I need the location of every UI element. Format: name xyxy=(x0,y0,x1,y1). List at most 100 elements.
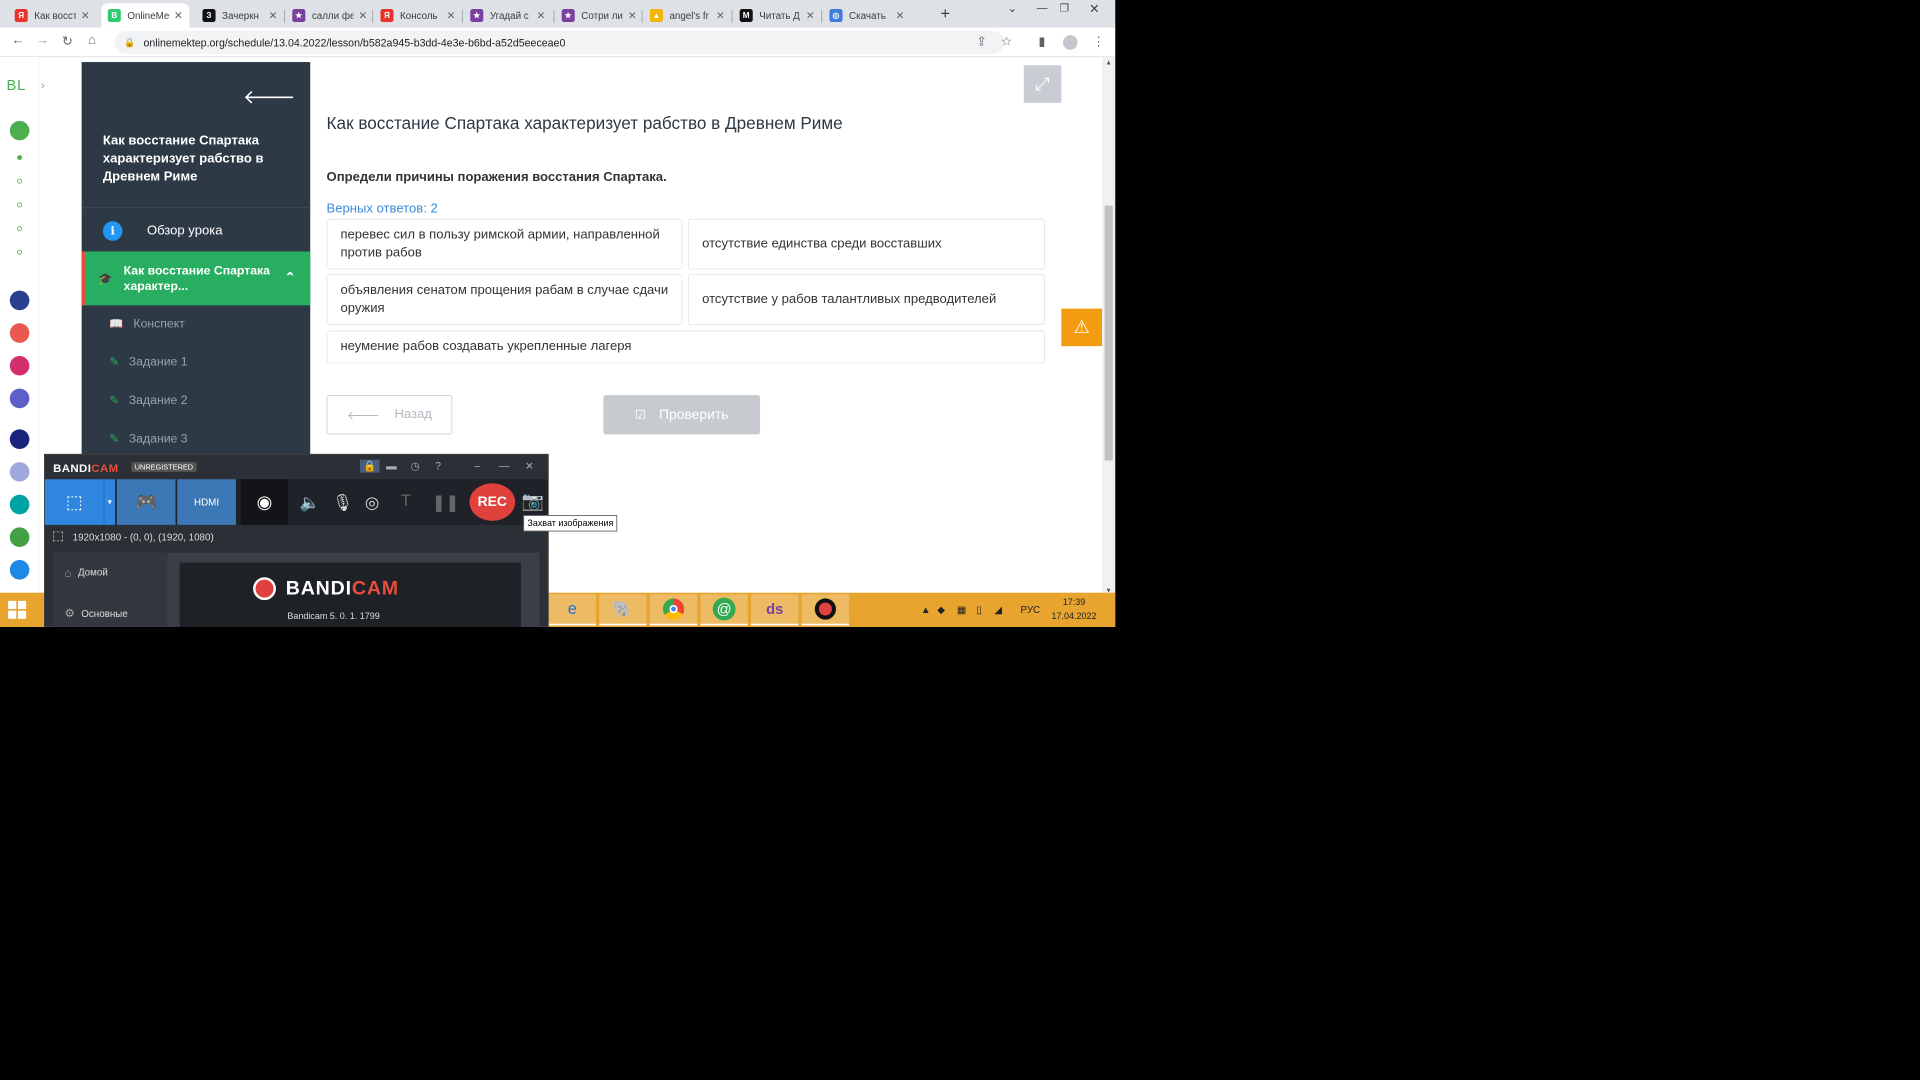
folder-icon[interactable]: ▬ xyxy=(386,460,397,472)
pause-icon[interactable]: ❚❚ xyxy=(432,492,459,512)
tray-expand-icon[interactable]: ▲ xyxy=(921,604,931,615)
report-issue-button[interactable]: ⚠ xyxy=(1061,308,1103,347)
minimize-icon[interactable]: — xyxy=(499,460,510,472)
taskbar-chrome-icon[interactable] xyxy=(649,594,698,626)
screen-mode-button[interactable]: ⬚ xyxy=(44,479,104,525)
check-button[interactable]: ☑ Проверить xyxy=(603,395,761,435)
address-bar[interactable]: 🔒 onlinemektep.org/schedule/13.04.2022/l… xyxy=(114,31,1005,54)
rail-app-icon[interactable] xyxy=(9,120,30,141)
close-window-button[interactable]: ✕ xyxy=(1089,2,1099,16)
browser-tab[interactable]: ★ салли фе ✕ xyxy=(286,3,374,27)
answer-option[interactable]: неумение рабов создавать укрепленные лаг… xyxy=(326,330,1045,364)
fullscreen-button[interactable]: ⤢ xyxy=(1023,65,1062,103)
record-button[interactable]: REC xyxy=(469,483,516,521)
taskbar-ie-icon[interactable]: e xyxy=(548,594,596,626)
scroll-up-icon[interactable]: ▲ xyxy=(1105,59,1111,66)
taskbar-bandicam-icon[interactable] xyxy=(801,594,850,626)
screenshot-camera-icon[interactable]: 📷 xyxy=(522,491,544,512)
bookmark-star-icon[interactable]: ☆ xyxy=(1001,34,1012,49)
taskbar-ds-icon[interactable]: ds xyxy=(751,594,799,626)
back-arrow-icon[interactable]: ← xyxy=(11,33,24,48)
restore-button[interactable]: ❐ xyxy=(1060,2,1070,15)
tray-language[interactable]: РУС xyxy=(1021,604,1041,615)
answer-option[interactable]: отсутствие у рабов талантливых предводит… xyxy=(688,274,1045,325)
mode-dropdown[interactable]: ▾ xyxy=(103,479,116,525)
close-tab-icon[interactable]: ✕ xyxy=(806,9,815,22)
close-tab-icon[interactable]: ✕ xyxy=(269,9,278,22)
reload-icon[interactable]: ↻ xyxy=(62,33,73,49)
clock-icon[interactable]: ◷ xyxy=(411,460,420,473)
close-tab-icon[interactable]: ✕ xyxy=(536,9,545,22)
back-button[interactable]: 🡐 Назад xyxy=(326,395,453,435)
windows-start-button[interactable] xyxy=(8,600,27,619)
sidebar-item-task-2[interactable]: ✎ Задание 2 xyxy=(109,394,187,408)
minimize-icon[interactable]: – xyxy=(474,460,480,472)
hdmi-mode-button[interactable]: HDMI xyxy=(177,479,236,525)
taskbar-mail-icon[interactable]: @ xyxy=(700,594,748,626)
home-icon[interactable]: ⌂ xyxy=(88,33,96,48)
browser-tab[interactable]: Я Как восстание ✕ xyxy=(8,3,96,27)
browser-tab[interactable]: Я Консоль ✕ xyxy=(374,3,462,27)
tab-search-icon[interactable]: ⌄ xyxy=(1007,2,1017,16)
text-icon[interactable]: T xyxy=(401,492,411,511)
current-section-item[interactable]: 🎓 Как восстание Спартака характер... ⌃ xyxy=(81,251,311,306)
microphone-icon[interactable]: 🎙 xyxy=(332,492,353,512)
lesson-overview-item[interactable]: i Обзор урока xyxy=(81,207,311,253)
rail-app-icon[interactable] xyxy=(9,290,30,311)
share-icon[interactable]: ⇪ xyxy=(976,34,986,49)
sidebar-item-task-1[interactable]: ✎ Задание 1 xyxy=(109,355,187,369)
rail-app-icon[interactable] xyxy=(9,527,30,547)
webcam-button[interactable]: ◉ xyxy=(240,479,289,525)
browser-tab[interactable]: M Читать Д ✕ xyxy=(733,3,821,27)
collapse-sidebar-arrow-icon[interactable]: 🡐 xyxy=(243,85,296,109)
game-mode-button[interactable]: 🎮 xyxy=(116,479,176,525)
minimize-button[interactable]: — xyxy=(1037,2,1048,14)
taskbar-evernote-icon[interactable]: 🐘 xyxy=(599,594,647,626)
rail-app-icon[interactable] xyxy=(9,560,30,580)
browser-tab[interactable]: ★ Угадай с ✕ xyxy=(464,3,552,27)
speaker-icon[interactable]: 🔈 xyxy=(300,492,320,512)
scrollbar-thumb[interactable] xyxy=(1104,205,1113,461)
chevron-up-icon[interactable]: ⌃ xyxy=(285,269,296,285)
menu-kebab-icon[interactable]: ⋮ xyxy=(1092,34,1104,49)
profile-avatar[interactable] xyxy=(1062,35,1078,50)
close-icon[interactable]: ✕ xyxy=(525,460,534,473)
menu-basic[interactable]: ⚙ Основные xyxy=(64,607,127,621)
rail-app-icon[interactable] xyxy=(9,429,30,450)
answer-option[interactable]: отсутствие единства среди восставших xyxy=(688,218,1045,270)
bandicam-titlebar[interactable]: BANDICAM UNREGISTERED 🔒 ▬ ◷ ? – — ✕ xyxy=(44,454,548,480)
answer-option[interactable]: объявления сенатом прощения рабам в случ… xyxy=(326,274,683,325)
close-tab-icon[interactable]: ✕ xyxy=(81,9,90,22)
browser-tab[interactable]: З Зачеркн ✕ xyxy=(196,3,284,27)
tray-clock[interactable]: 17:39 17.04.2022 xyxy=(1052,596,1097,624)
close-tab-icon[interactable]: ✕ xyxy=(628,9,637,22)
rail-brand[interactable]: BL xyxy=(7,77,27,94)
sidebar-item-konspekt[interactable]: 📖 Конспект xyxy=(109,317,184,331)
side-panel-icon[interactable]: ▮ xyxy=(1038,34,1045,49)
rail-app-icon[interactable] xyxy=(9,494,30,515)
tray-battery-icon[interactable]: ▯ xyxy=(976,604,981,615)
forward-arrow-icon[interactable]: → xyxy=(36,33,49,48)
rail-app-icon[interactable] xyxy=(9,355,30,376)
close-tab-icon[interactable]: ✕ xyxy=(716,9,725,22)
rail-app-icon[interactable] xyxy=(9,323,30,343)
rail-app-icon[interactable] xyxy=(9,462,30,482)
browser-tab[interactable]: ◎ Скачать ✕ xyxy=(823,3,911,27)
lock-icon[interactable]: 🔒 xyxy=(360,459,380,473)
browser-tab[interactable]: B OnlineMektep ✕ xyxy=(101,3,190,28)
new-tab-button[interactable]: + xyxy=(940,5,950,24)
tray-volume-icon[interactable]: ◢ xyxy=(994,604,1002,615)
browser-tab[interactable]: ▲ angel's fr ✕ xyxy=(643,3,731,27)
rail-app-icon[interactable] xyxy=(9,388,30,409)
help-icon[interactable]: ? xyxy=(435,460,441,472)
close-tab-icon[interactable]: ✕ xyxy=(447,9,456,22)
cursor-effect-icon[interactable]: ◎ xyxy=(365,492,379,512)
sidebar-item-task-3[interactable]: ✎ Задание 3 xyxy=(109,432,187,446)
tray-network-icon[interactable]: ▦ xyxy=(957,604,966,615)
answer-option[interactable]: перевес сил в пользу римской армии, напр… xyxy=(326,218,683,270)
page-scrollbar[interactable]: ▲ ▼ xyxy=(1102,57,1116,596)
close-tab-icon[interactable]: ✕ xyxy=(174,9,183,22)
tray-app-icon[interactable]: ◆ xyxy=(937,604,945,615)
browser-tab[interactable]: ★ Сотри ли ✕ xyxy=(555,3,643,27)
menu-home[interactable]: ⌂ Домой xyxy=(64,566,107,579)
